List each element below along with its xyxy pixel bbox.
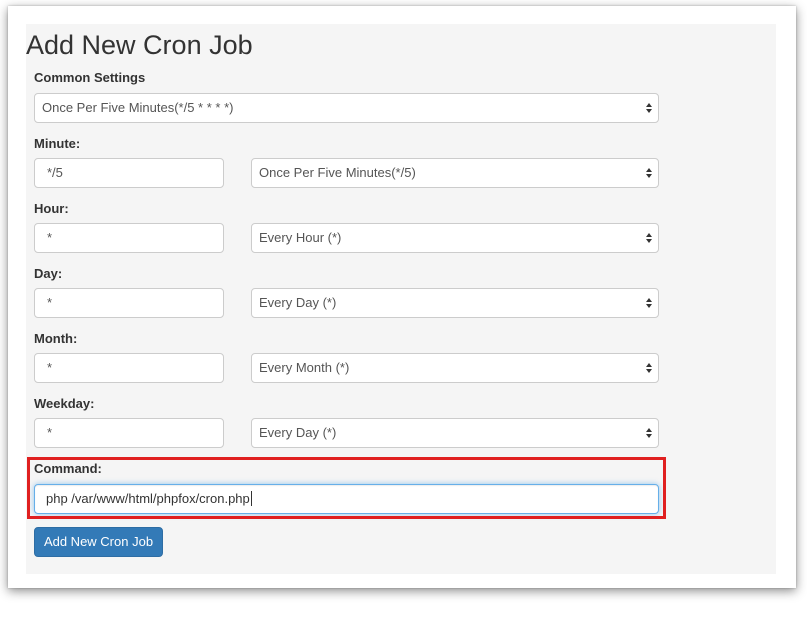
page-title: Add New Cron Job — [26, 30, 253, 60]
day-select-value: Every Day (*) — [259, 295, 337, 310]
minute-label: Minute: — [34, 136, 81, 151]
hour-label: Hour: — [34, 201, 69, 216]
select-arrows-icon — [646, 426, 653, 440]
weekday-select[interactable]: Every Day (*) — [251, 418, 659, 448]
add-new-cron-job-button[interactable]: Add New Cron Job — [34, 527, 163, 557]
minute-select-value: Once Per Five Minutes(*/5) — [259, 165, 416, 180]
weekday-label: Weekday: — [34, 396, 95, 411]
minute-select[interactable]: Once Per Five Minutes(*/5) — [251, 158, 659, 188]
select-arrows-icon — [646, 101, 653, 115]
month-input[interactable]: * — [34, 353, 224, 383]
month-select-value: Every Month (*) — [259, 360, 350, 375]
common-settings-select-value: Once Per Five Minutes(*/5 * * * *) — [42, 100, 234, 115]
command-highlight-box — [27, 457, 666, 519]
month-select[interactable]: Every Month (*) — [251, 353, 659, 383]
day-label: Day: — [34, 266, 63, 281]
hour-input[interactable]: * — [34, 223, 224, 253]
common-settings-select[interactable]: Once Per Five Minutes(*/5 * * * *) — [34, 93, 659, 123]
hour-select[interactable]: Every Hour (*) — [251, 223, 659, 253]
select-arrows-icon — [646, 296, 653, 310]
common-settings-label: Common Settings — [34, 70, 146, 85]
hour-select-value: Every Hour (*) — [259, 230, 342, 245]
weekday-select-value: Every Day (*) — [259, 425, 337, 440]
select-arrows-icon — [646, 361, 653, 375]
minute-input[interactable]: */5 — [34, 158, 224, 188]
select-arrows-icon — [646, 166, 653, 180]
day-input[interactable]: * — [34, 288, 224, 318]
month-label: Month: — [34, 331, 78, 346]
day-select[interactable]: Every Day (*) — [251, 288, 659, 318]
select-arrows-icon — [646, 231, 653, 245]
weekday-input[interactable]: * — [34, 418, 224, 448]
